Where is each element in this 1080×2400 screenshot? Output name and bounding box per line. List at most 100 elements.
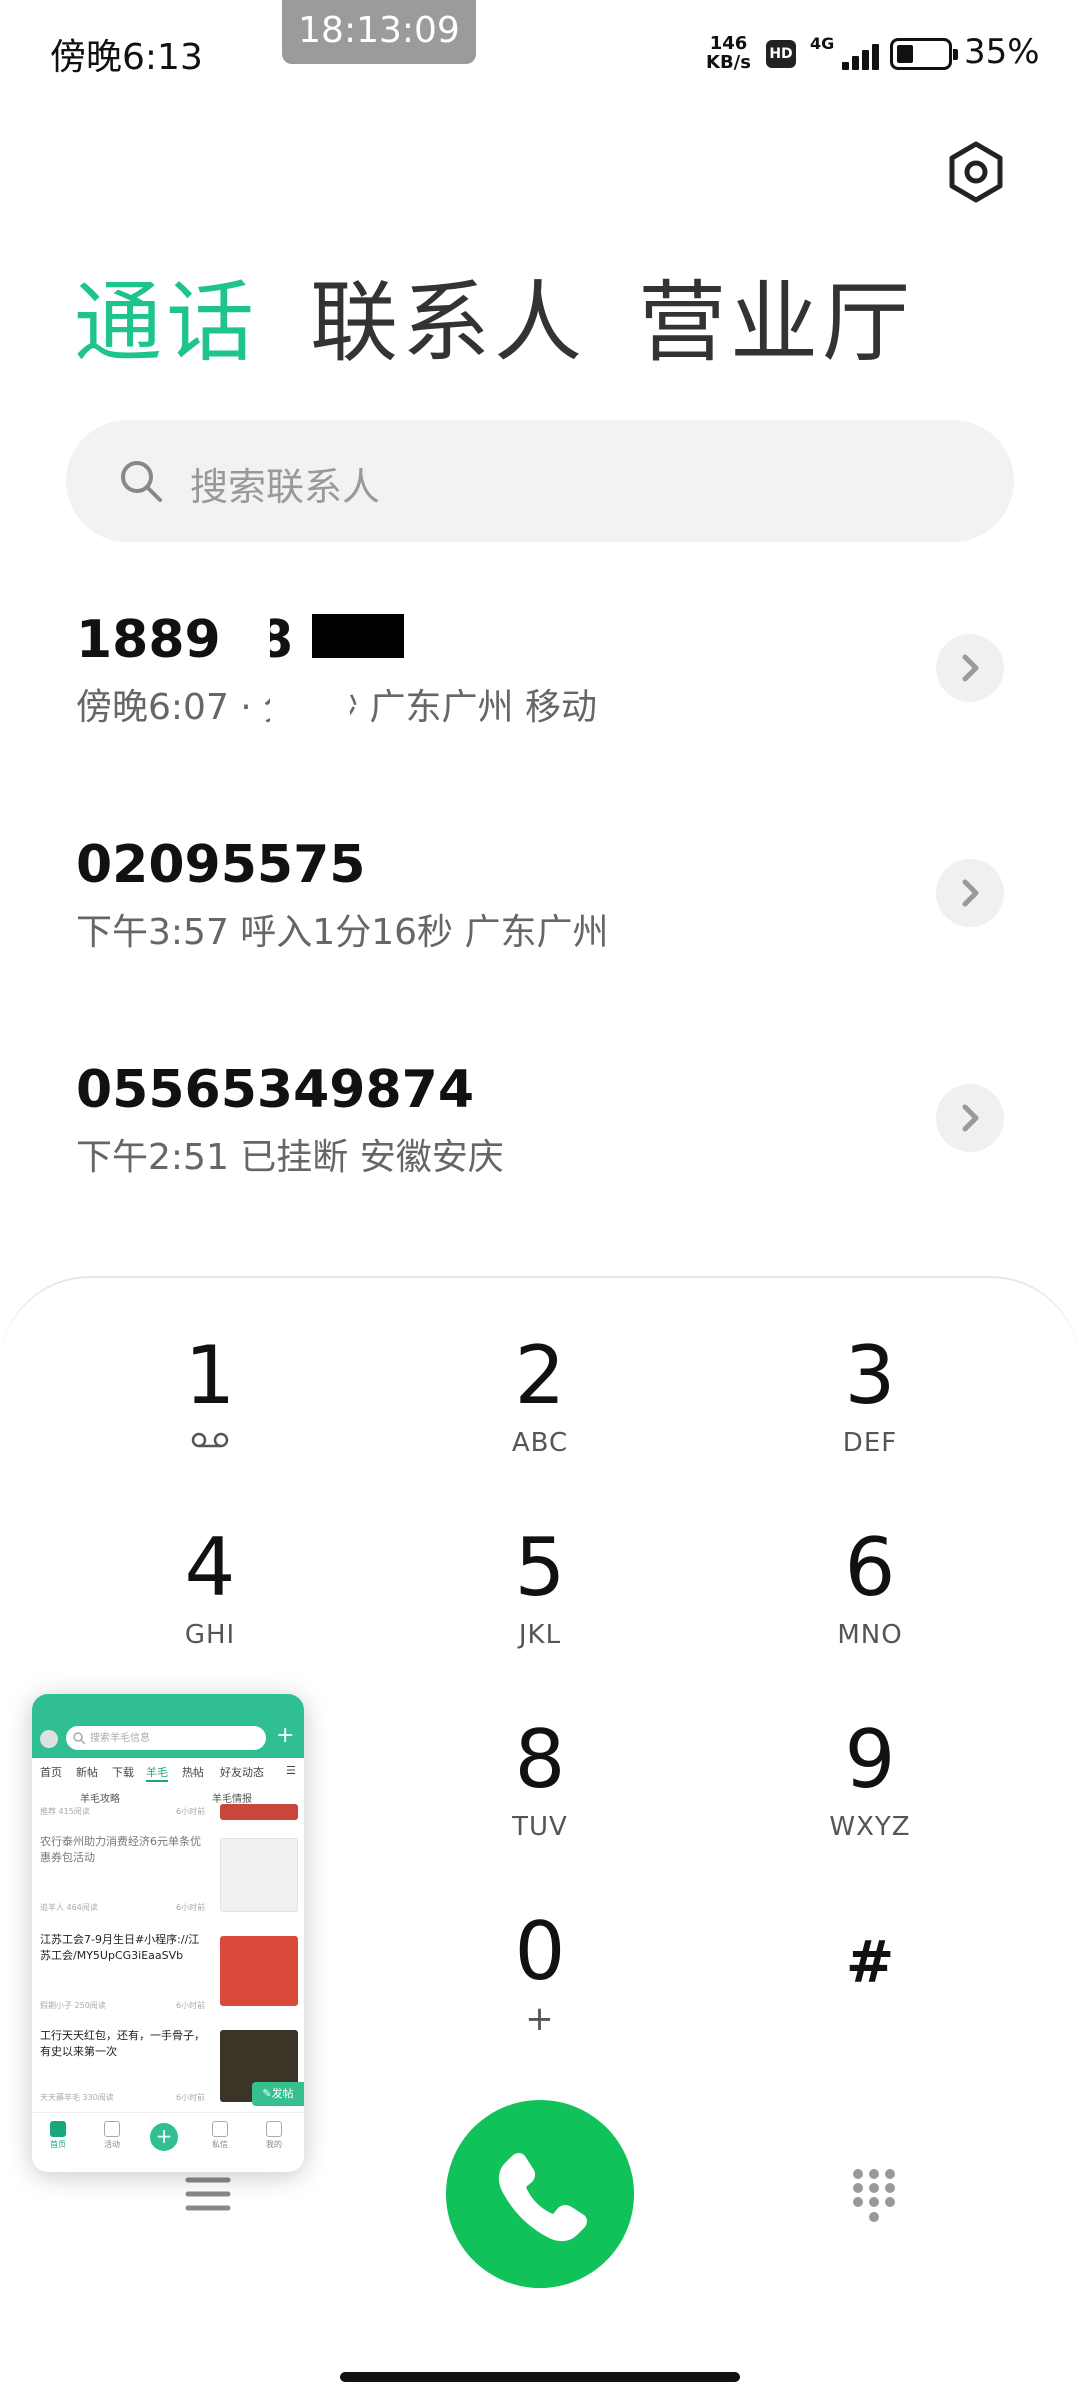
chevron-right-icon — [962, 654, 979, 682]
post-time: 6小时前 — [176, 1903, 206, 1912]
dial-key-3[interactable]: 3 DEF — [760, 1326, 980, 1476]
post-title: 江苏工会7-9月生日#小程序://江苏工会/MY5UpCG3iEaaSVb — [40, 1933, 200, 1962]
floating-nav-item[interactable]: 羊毛 — [146, 1764, 168, 1782]
plus-icon[interactable]: + — [276, 1722, 294, 1750]
call-detail-button[interactable] — [936, 1084, 1004, 1152]
key-digit: 8 — [514, 1713, 566, 1806]
floating-nav-item[interactable]: 好友动态 — [220, 1764, 264, 1780]
dial-key-2[interactable]: 2 ABC — [430, 1326, 650, 1476]
key-letters: TUV — [512, 1812, 568, 1842]
call-detail-button[interactable] — [936, 859, 1004, 927]
call-log-item[interactable]: 188988 傍晚6:07 · 分5秒 广东广州 移动 — [0, 610, 1080, 790]
bottom-nav-label: 我的 — [266, 2140, 282, 2149]
key-digit: # — [845, 1928, 895, 1996]
search-icon — [73, 1732, 86, 1745]
floating-nav-item[interactable]: 新帖 — [76, 1764, 98, 1780]
bottom-nav-label: 私信 — [212, 2140, 228, 2149]
floating-bottom-profile[interactable]: 我的 — [252, 2121, 296, 2150]
key-letters: DEF — [842, 1428, 898, 1458]
redaction-mask — [270, 680, 350, 730]
dial-key-5[interactable]: 5 JKL — [430, 1518, 650, 1668]
dial-key-hash[interactable]: # — [760, 1902, 980, 2052]
call-detail-button[interactable] — [936, 634, 1004, 702]
key-digit: 9 — [844, 1713, 896, 1806]
search-icon — [121, 461, 162, 502]
chevron-right-icon — [962, 879, 979, 907]
new-post-label: 发帖 — [271, 2087, 294, 2100]
floating-bottom-activity[interactable]: 活动 — [90, 2121, 134, 2150]
key-digit: 1 — [184, 1329, 236, 1422]
key-digit: 4 — [184, 1521, 236, 1614]
call-detail: 下午3:57 呼入1分16秒 广东广州 — [76, 912, 609, 953]
battery-percent: 35% — [964, 32, 1040, 72]
post-thumbnail — [220, 1936, 298, 2006]
dial-key-1[interactable]: 1 — [100, 1326, 320, 1476]
key-digit: 3 — [844, 1329, 896, 1422]
post-thumbnail — [220, 1804, 298, 1820]
dial-key-9[interactable]: 9 WXYZ — [760, 1710, 980, 1860]
dial-key-0[interactable]: 0 + — [430, 1902, 650, 2052]
post-time: 6小时前 — [176, 2001, 206, 2010]
floating-nav-item[interactable]: 下载 — [112, 1764, 134, 1780]
tab-service-hall[interactable]: 营业厅 — [638, 268, 914, 378]
status-time: 傍晚6:13 — [50, 37, 203, 78]
key-digit: 5 — [514, 1521, 566, 1614]
network-speed: 146 KB/s — [706, 34, 751, 72]
redaction-mask — [224, 610, 270, 674]
post-title: 工行天天红包，还有，一手骨子，有史以来第一次 — [40, 2029, 205, 2058]
post-meta: 天天薅羊毛 330阅读 — [40, 2093, 114, 2102]
key-letters: GHI — [184, 1620, 236, 1650]
activity-icon — [104, 2121, 120, 2137]
profile-icon — [266, 2121, 282, 2137]
key-letters: JKL — [518, 1620, 562, 1650]
key-letters: MNO — [837, 1620, 903, 1650]
network-speed-unit: KB/s — [706, 52, 751, 73]
floating-bottom-messages[interactable]: 私信 — [198, 2121, 242, 2150]
bottom-nav-label: 首页 — [50, 2140, 66, 2149]
floating-subtab[interactable]: 羊毛情报 — [212, 1790, 252, 1805]
new-post-button[interactable]: ✎发帖 — [252, 2082, 304, 2106]
post-time: 6小时前 — [176, 2093, 206, 2102]
add-icon[interactable]: + — [150, 2123, 178, 2151]
post-title: 农行泰州助力消费经济6元单条优惠券包活动 — [40, 1835, 201, 1864]
call-log-item[interactable]: 02095575 下午3:57 呼入1分16秒 广东广州 — [0, 835, 1080, 1015]
voicemail-icon — [191, 1432, 229, 1448]
dialpad-toggle-icon[interactable] — [850, 2166, 898, 2226]
floating-menu-icon[interactable]: ☰ — [286, 1764, 296, 1777]
post-thumbnail — [220, 1838, 298, 1912]
dial-key-6[interactable]: 6 MNO — [760, 1518, 980, 1668]
home-indicator[interactable] — [340, 2372, 740, 2382]
post-meta: 追羊人 464阅读 — [40, 1903, 98, 1912]
phone-icon — [498, 2153, 587, 2242]
key-letters: + — [525, 1999, 555, 2039]
call-log-item[interactable]: 05565349874 下午2:51 已挂断 安徽安庆 — [0, 1060, 1080, 1240]
bottom-nav-label: 活动 — [104, 2140, 120, 2149]
search-contacts-input[interactable]: 搜索联系人 — [66, 420, 1014, 542]
floating-search-input[interactable]: 搜索羊毛信息 — [66, 1726, 266, 1750]
floating-app-header: 搜索羊毛信息 + — [32, 1694, 304, 1758]
post-time: 6小时前 — [176, 1807, 206, 1816]
tab-calls[interactable]: 通话 — [74, 268, 258, 378]
floating-nav-item[interactable]: 热帖 — [182, 1764, 204, 1780]
call-detail: 下午2:51 已挂断 安徽安庆 — [76, 1137, 504, 1178]
dialer-screen: 傍晚6:13 18:13:09 146 KB/s HD 4G 35% 通话 联系… — [0, 0, 1080, 2400]
floating-bottom-nav: 首页 活动 + 私信 我的 — [32, 2112, 304, 2172]
floating-post-card[interactable]: 农行泰州助力消费经济6元单条优惠券包活动 追羊人 464阅读 6小时前 — [40, 1834, 298, 1916]
floating-subtab[interactable]: 羊毛攻略 — [80, 1790, 120, 1805]
key-letters: ABC — [511, 1428, 569, 1458]
tab-contacts[interactable]: 联系人 — [310, 268, 586, 378]
floating-post-card[interactable]: 江苏工会7-9月生日#小程序://江苏工会/MY5UpCG3iEaaSVb 假期… — [40, 1932, 298, 2014]
floating-nav-item[interactable]: 首页 — [40, 1764, 62, 1780]
avatar[interactable] — [40, 1730, 58, 1748]
floating-post-card[interactable]: 推荐 415阅读 6小时前 — [40, 1804, 298, 1824]
edit-icon: ✎ — [262, 2087, 272, 2100]
dial-key-4[interactable]: 4 GHI — [100, 1518, 320, 1668]
menu-icon[interactable] — [184, 2170, 232, 2218]
call-number: 05565349874 — [76, 1060, 474, 1120]
floating-bottom-home[interactable]: 首页 — [36, 2121, 80, 2150]
floating-app-window[interactable]: 搜索羊毛信息 + 首页 新帖 下载 羊毛 热帖 好友动态 ☰ 羊毛攻略 羊毛情报… — [32, 1694, 304, 2172]
network-speed-value: 146 — [709, 33, 748, 54]
dial-key-8[interactable]: 8 TUV — [430, 1710, 650, 1860]
settings-icon[interactable] — [944, 140, 1008, 204]
call-button[interactable] — [446, 2100, 634, 2288]
